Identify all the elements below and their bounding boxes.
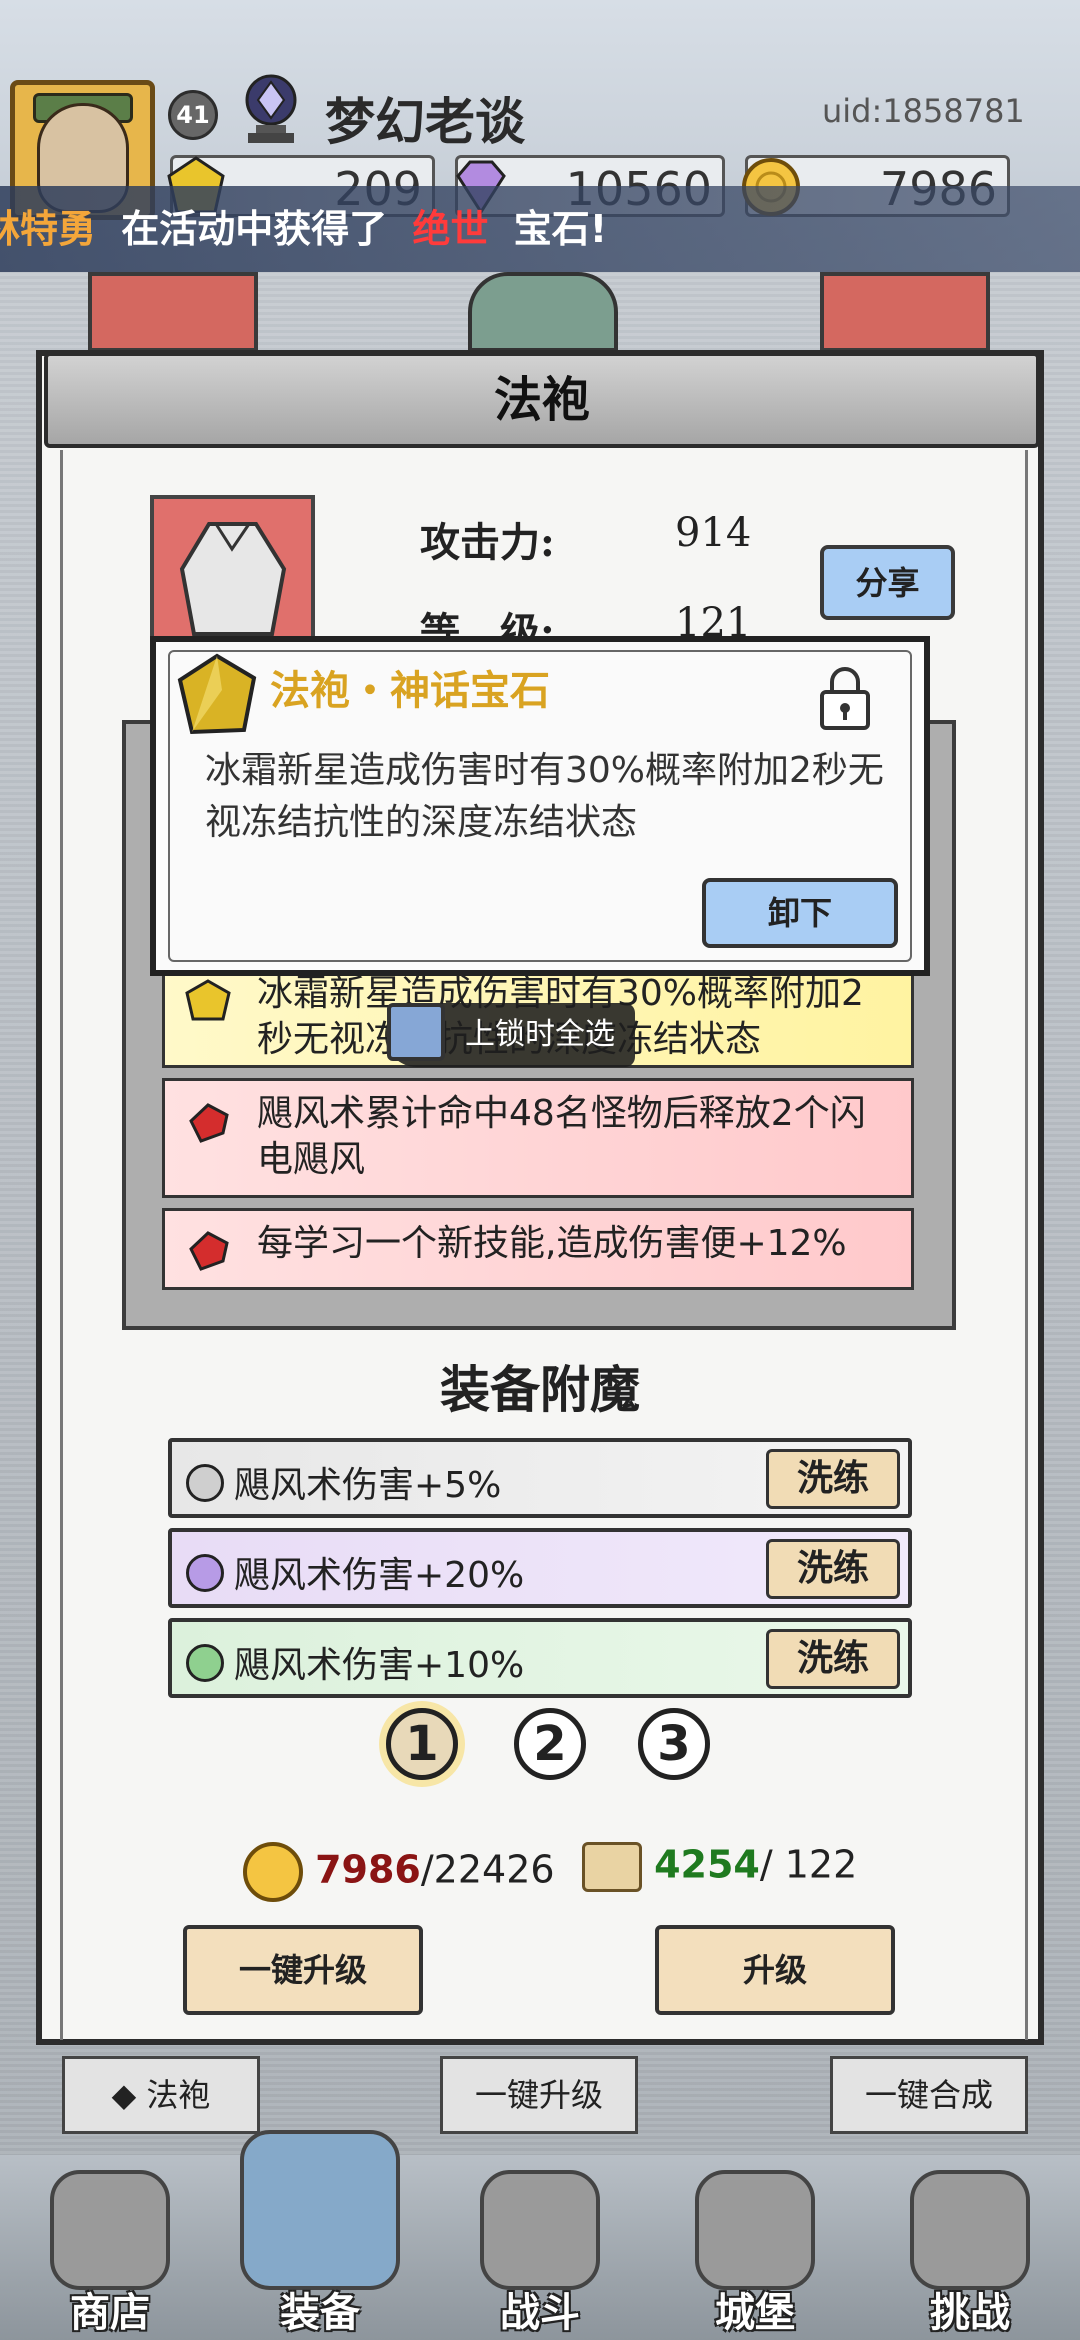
nav-battle[interactable]: 战斗 — [440, 2160, 640, 2340]
enchant-page-1[interactable]: 1 — [386, 1708, 458, 1780]
bag-icon — [240, 2130, 400, 2290]
announcement-ticker: 林特勇 在活动中获得了 绝世 宝石! — [0, 186, 1080, 272]
scroll-icon — [582, 1842, 642, 1892]
helmet-icon — [468, 272, 618, 352]
nav-label: 商店 — [70, 2289, 150, 2336]
crossed-swords-icon — [480, 2170, 600, 2290]
gem-row[interactable]: 飓风术累计命中48名怪物后释放2个闪电飓风 — [162, 1078, 914, 1198]
reroll-button[interactable]: 洗练 — [766, 1539, 900, 1599]
shield-icon — [910, 2170, 1030, 2290]
player-uid: uid:1858781 — [822, 92, 1025, 130]
red-gem-icon — [189, 1103, 229, 1143]
one-click-upgrade-button[interactable]: 一键升级 — [183, 1925, 423, 2015]
castle-icon — [695, 2170, 815, 2290]
gem-row-text: 每学习一个新技能,造成伤害便+12% — [257, 1223, 847, 1264]
gem-detail-title: 法袍・神话宝石 — [270, 667, 550, 714]
coin-cost: 7986/22426 — [243, 1842, 555, 1902]
rank-trophy-icon — [245, 74, 297, 143]
sub-tab-one-click-upgrade[interactable]: 一键升级 — [440, 2056, 638, 2134]
scroll-have: 4254 — [654, 1842, 760, 1887]
enchant-row-text: 飓风术伤害+5% — [234, 1465, 502, 1506]
ticker-tail: 宝石! — [513, 207, 608, 251]
stat-label-attack: 攻击力: — [420, 519, 555, 566]
nav-label: 装备 — [280, 2289, 360, 2336]
sub-tab-robe[interactable]: ◆ 法袍 — [62, 2056, 260, 2134]
enchant-page-3[interactable]: 3 — [638, 1708, 710, 1780]
reroll-button[interactable]: 洗练 — [766, 1629, 900, 1689]
sub-tab-label: 法袍 — [146, 2076, 211, 2114]
equip-slot-right[interactable] — [820, 272, 990, 352]
enchant-row: 飓风术伤害+5% 洗练 — [168, 1438, 912, 1518]
reroll-button[interactable]: 洗练 — [766, 1449, 900, 1509]
mythic-gem-icon — [177, 653, 257, 735]
stat-value-attack: 914 — [675, 510, 752, 556]
nav-equipment[interactable]: 装备 — [220, 2130, 420, 2340]
green-orb-icon — [186, 1644, 224, 1682]
nav-label: 战斗 — [500, 2289, 580, 2336]
silver-orb-icon — [186, 1464, 224, 1502]
purple-orb-icon — [186, 1554, 224, 1592]
shop-icon — [50, 2170, 170, 2290]
lock-select-all-checkbox[interactable] — [387, 1003, 445, 1061]
nav-label: 挑战 — [930, 2289, 1010, 2336]
equip-slot-left[interactable] — [88, 272, 258, 352]
enchant-row: 飓风术伤害+20% 洗练 — [168, 1528, 912, 1608]
share-button[interactable]: 分享 — [820, 545, 955, 620]
unequip-button[interactable]: 卸下 — [702, 878, 898, 948]
gem-detail-description: 冰霜新星造成伤害时有30%概率附加2秒无视冻结抗性的深度冻结状态 — [205, 750, 884, 843]
coin-icon — [243, 1842, 303, 1902]
nav-challenge[interactable]: 挑战 — [870, 2160, 1070, 2340]
nav-label: 城堡 — [715, 2289, 795, 2336]
modal-title: 法袍 — [493, 372, 590, 428]
coin-need: 22426 — [433, 1847, 555, 1892]
ticker-player: 林特勇 — [0, 207, 97, 251]
nav-castle[interactable]: 城堡 — [655, 2160, 855, 2340]
red-gem-icon — [189, 1231, 229, 1271]
upgrade-button[interactable]: 升级 — [655, 1925, 895, 2015]
nav-shop[interactable]: 商店 — [10, 2160, 210, 2340]
robe-icon — [179, 522, 287, 636]
gold-gem-icon — [185, 979, 231, 1021]
enchant-section-title: 装备附魔 — [440, 1360, 640, 1419]
ticker-rarity: 绝世 — [412, 207, 489, 251]
scroll-need: 122 — [784, 1842, 858, 1887]
gem-row-text: 飓风术累计命中48名怪物后释放2个闪电飓风 — [257, 1093, 866, 1180]
player-name: 梦幻老谈 — [325, 92, 525, 151]
enchant-row-text: 飓风术伤害+20% — [234, 1555, 525, 1596]
enchant-page-2[interactable]: 2 — [514, 1708, 586, 1780]
lock-icon[interactable] — [816, 662, 874, 732]
ticker-mid: 在活动中获得了 — [121, 207, 388, 251]
player-level-badge: 41 — [168, 90, 218, 140]
scroll-cost: 4254/ 122 — [582, 1842, 857, 1892]
robe-icon: ◆ — [111, 2076, 147, 2114]
sub-tab-one-click-merge[interactable]: 一键合成 — [830, 2056, 1028, 2134]
enchant-row: 飓风术伤害+10% 洗练 — [168, 1618, 912, 1698]
coin-have: 7986 — [315, 1847, 421, 1892]
gem-row[interactable]: 每学习一个新技能,造成伤害便+12% — [162, 1208, 914, 1290]
enchant-row-text: 飓风术伤害+10% — [234, 1645, 525, 1686]
